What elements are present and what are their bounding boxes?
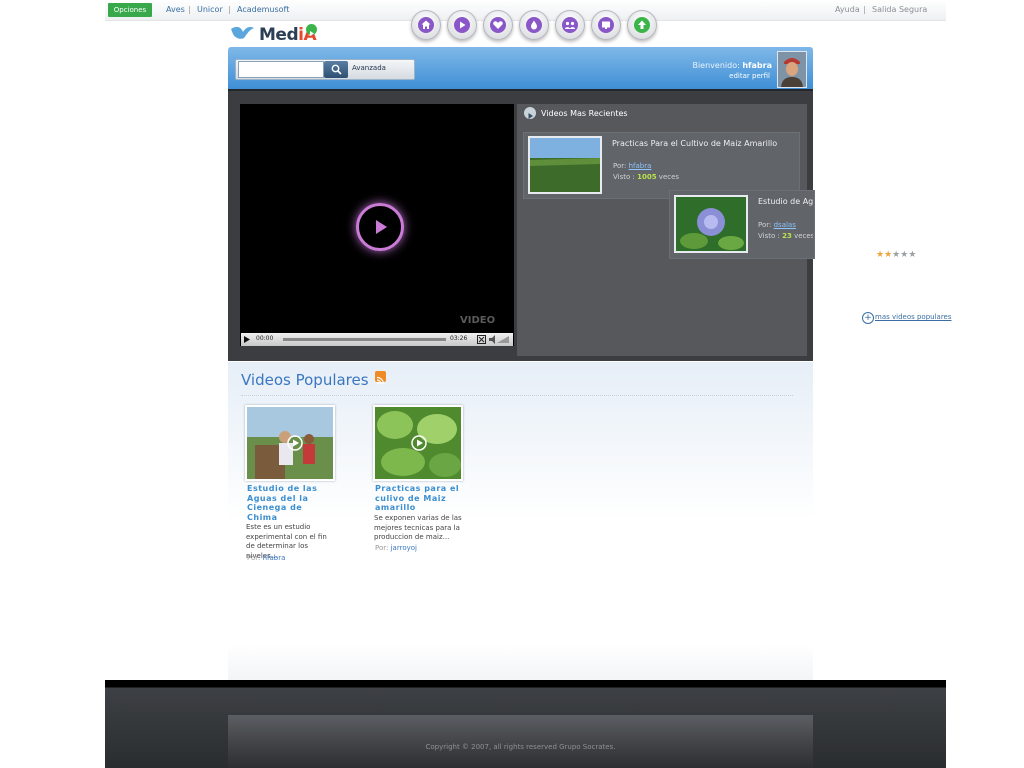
welcome-text: Bienvenido: hfabra (660, 61, 772, 70)
nav-drop[interactable] (519, 10, 549, 40)
nav-community[interactable] (555, 10, 585, 40)
views-label: Visto : (613, 173, 635, 181)
time-total: 03:26 (450, 335, 468, 342)
author-link[interactable]: hfabra (263, 554, 286, 562)
star-filled-icon[interactable]: ★ (884, 250, 892, 260)
nav-favorites[interactable] (483, 10, 513, 40)
more-popular-videos-link[interactable]: mas videos populares (875, 313, 952, 321)
avatar[interactable] (777, 51, 807, 88)
welcome-label: Bienvenido: (692, 61, 740, 70)
search-input[interactable] (238, 61, 324, 78)
link-aves[interactable]: Aves (166, 5, 185, 14)
video-title[interactable]: Estudio de Aguas de Chima Cor (758, 197, 813, 215)
people-icon (562, 17, 578, 33)
drop-icon (526, 17, 542, 33)
logo-play-icon (306, 24, 317, 36)
popular-videos-title: Videos Populares (241, 371, 369, 389)
rating-stars[interactable]: ★★★★★ (876, 242, 916, 261)
recent-videos-title: Videos Mas Recientes (541, 109, 628, 118)
separator: | (188, 5, 191, 14)
video-title[interactable]: Practicas Para el Cultivo de Maiz Amaril… (612, 139, 782, 148)
nav-upload[interactable] (627, 10, 657, 40)
play-circle-icon (524, 107, 536, 119)
by-label: Por: (613, 162, 627, 170)
progress-bar[interactable] (283, 338, 446, 341)
video-views-line: Visto : 23 veces (758, 232, 813, 240)
views-suffix: veces (658, 173, 680, 181)
time-current: 00:00 (256, 335, 274, 342)
heart-icon (490, 17, 506, 33)
popular-video-description: Se exponen varias de las mejores tecnica… (374, 514, 462, 541)
link-salida-segura[interactable]: Salida Segura (872, 5, 927, 14)
play-icon (376, 220, 387, 234)
by-label: Por: (247, 554, 261, 562)
play-icon (454, 17, 470, 33)
video-thumbnail[interactable] (528, 136, 602, 194)
popular-video-title[interactable]: Estudio de las Aguas del la Cienega de C… (247, 484, 327, 522)
author-link[interactable]: hfabra (629, 162, 652, 170)
options-button[interactable]: Opciones (108, 3, 152, 17)
author-link[interactable]: dsalas (774, 221, 796, 229)
star-filled-icon[interactable]: ★ (876, 250, 884, 260)
popular-video-thumbnail[interactable] (245, 405, 335, 481)
nav-channels[interactable] (591, 10, 621, 40)
upload-icon (634, 17, 650, 33)
logo-text-main: Med (259, 25, 299, 45)
popular-video-thumbnail[interactable] (373, 405, 463, 481)
bird-logo-icon (229, 23, 255, 43)
plus-icon[interactable]: + (862, 312, 874, 324)
popular-video-title[interactable]: Practicas para el culivo de Maiz amarill… (375, 484, 465, 513)
link-unicor[interactable]: Unicor (197, 5, 223, 14)
footer (228, 715, 813, 768)
popular-video-author: Por: hfabra (247, 554, 285, 562)
by-label: Por: (375, 544, 389, 552)
volume-icon[interactable] (489, 335, 509, 344)
author-link[interactable]: jarroyoj (391, 544, 417, 552)
video-thumbnail[interactable] (674, 195, 748, 253)
star-empty-icon[interactable]: ★ (908, 250, 916, 260)
fullscreen-icon[interactable] (477, 335, 486, 344)
views-label: Visto : (758, 232, 780, 240)
copyright-text: Copyright © 2007, all rights reserved Gr… (425, 743, 616, 751)
username: hfabra (742, 61, 772, 70)
video-watermark: VIDEO (460, 315, 496, 326)
link-academusoft[interactable]: Academusoft (237, 5, 289, 14)
popular-video-author: Por: jarroyoj (375, 544, 417, 552)
views-count: 23 (782, 232, 792, 240)
separator: | (863, 5, 866, 14)
play-small-icon[interactable] (244, 336, 250, 343)
by-label: Por: (758, 221, 772, 229)
video-author-line: Por: hfabra (613, 162, 651, 170)
link-ayuda[interactable]: Ayuda (835, 5, 860, 14)
divider (241, 395, 793, 396)
video-author-line: Por: dsalas (758, 221, 813, 229)
search-button[interactable] (324, 61, 348, 78)
play-button[interactable] (356, 203, 404, 251)
search-icon (331, 64, 342, 75)
home-icon (418, 17, 434, 33)
views-suffix: veces (794, 232, 813, 240)
screen-icon (598, 17, 614, 33)
rss-icon[interactable] (375, 371, 386, 385)
views-count: 1005 (637, 173, 657, 181)
nav-videos[interactable] (447, 10, 477, 40)
nav-home[interactable] (411, 10, 441, 40)
advanced-search-link[interactable]: Avanzada (352, 64, 386, 72)
separator: | (228, 5, 231, 14)
edit-profile-link[interactable]: editar perfil (660, 72, 770, 80)
video-views-line: Visto : 1005 veces (613, 173, 679, 181)
